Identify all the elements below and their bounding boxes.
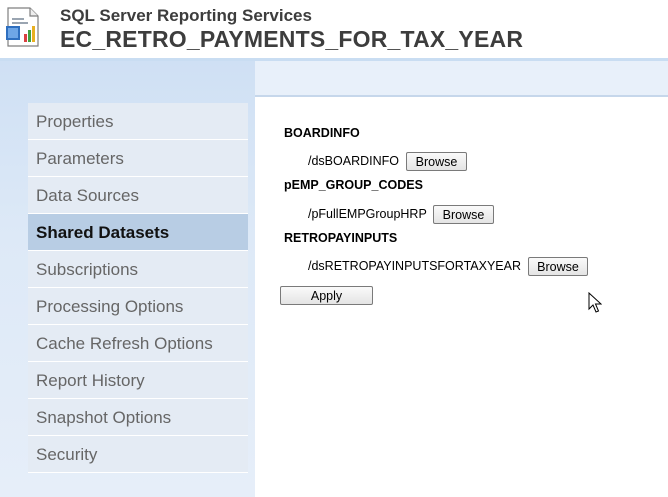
sidebar-item-parameters[interactable]: Parameters [28, 140, 248, 177]
header: SQL Server Reporting Services EC_RETRO_P… [0, 0, 668, 58]
sidebar-item-snapshot-options[interactable]: Snapshot Options [28, 399, 248, 436]
dataset-path-pemp-group-codes: /pFullEMPGroupHRP [308, 207, 427, 221]
browse-button-pemp-group-codes[interactable]: Browse [433, 205, 494, 224]
toolbar-band [255, 61, 668, 97]
reporting-services-logo-icon [6, 7, 39, 47]
browse-button-boardinfo[interactable]: Browse [406, 152, 467, 171]
dataset-path-retropayinputs: /dsRETROPAYINPUTSFORTAXYEAR [308, 259, 522, 273]
browse-button-retropayinputs[interactable]: Browse [528, 257, 588, 276]
dataset-name-boardinfo: BOARDINFO [284, 126, 360, 140]
report-title: EC_RETRO_PAYMENTS_FOR_TAX_YEAR [60, 26, 524, 52]
app-title: SQL Server Reporting Services [60, 6, 312, 25]
apply-button[interactable]: Apply [280, 286, 373, 305]
mouse-pointer-icon [588, 292, 602, 313]
sidebar-item-processing-options[interactable]: Processing Options [28, 288, 248, 325]
sidebar-item-report-history[interactable]: Report History [28, 362, 248, 399]
dataset-path-boardinfo: /dsBOARDINFO [308, 154, 399, 168]
main-content: BOARDINFO /dsBOARDINFO Browse pEMP_GROUP… [255, 61, 668, 497]
sidebar-nav: Properties Parameters Data Sources Share… [28, 103, 248, 473]
sidebar-item-subscriptions[interactable]: Subscriptions [28, 251, 248, 288]
sidebar: Properties Parameters Data Sources Share… [0, 61, 255, 497]
dataset-name-retropayinputs: RETROPAYINPUTS [284, 231, 398, 245]
sidebar-item-security[interactable]: Security [28, 436, 248, 473]
sidebar-item-cache-refresh-options[interactable]: Cache Refresh Options [28, 325, 248, 362]
sidebar-item-properties[interactable]: Properties [28, 103, 248, 140]
sidebar-item-shared-datasets[interactable]: Shared Datasets [28, 214, 248, 251]
dataset-name-pemp-group-codes: pEMP_GROUP_CODES [284, 178, 423, 192]
sidebar-item-data-sources[interactable]: Data Sources [28, 177, 248, 214]
